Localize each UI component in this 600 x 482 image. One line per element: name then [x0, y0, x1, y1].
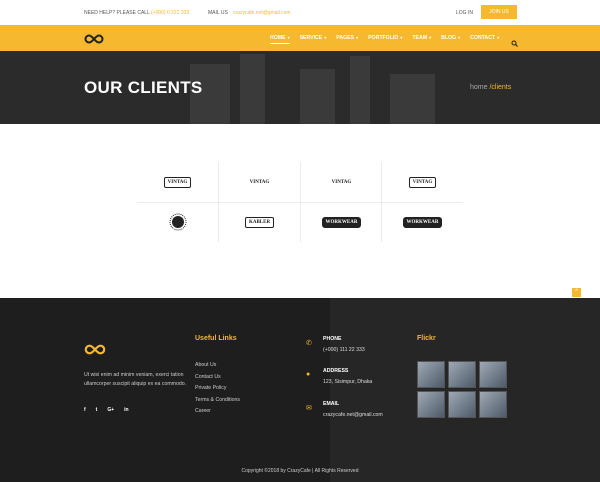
flickr-title: Flickr — [417, 335, 436, 342]
client-logo[interactable]: VINTAG — [301, 162, 382, 202]
page-header-banner: OUR CLIENTS home /clients — [0, 51, 600, 124]
flickr-photo[interactable] — [417, 361, 445, 388]
top-bar: NEED HELP? PLEASE CALL (+000) 0 222 333 … — [0, 0, 600, 25]
chevron-down-icon: ▾ — [400, 35, 403, 40]
breadcrumb-current: /clients — [489, 84, 512, 91]
phone-icon: ✆ — [306, 340, 312, 347]
chevron-down-icon: ▾ — [458, 35, 461, 40]
main-nav: HOME ▾ SERVICE ▾ PAGES ▾ PORTFOLIO ▾ TEAM ▾ B… — [0, 25, 600, 51]
scroll-to-top-button[interactable]: ^ — [572, 288, 581, 297]
chevron-down-icon: ▾ — [324, 35, 327, 40]
nav-item-blog[interactable]: BLOG ▾ — [441, 35, 460, 41]
twitter-icon[interactable]: t — [96, 407, 98, 413]
useful-links-title: Useful Links — [195, 335, 237, 342]
google-plus-icon[interactable]: G+ — [107, 407, 114, 413]
flickr-photo[interactable] — [479, 361, 507, 388]
useful-links: Useful Links About Us Contact Us Private… — [195, 335, 240, 420]
nav-item-pages[interactable]: PAGES ▾ — [336, 35, 358, 41]
nav-menu: HOME ▾ SERVICE ▾ PAGES ▾ PORTFOLIO ▾ TEAM ▾ B… — [270, 25, 509, 51]
breadcrumb: home /clients — [470, 84, 511, 91]
map-pin-icon: ● — [306, 371, 311, 378]
flickr-widget: Flickr — [417, 335, 507, 418]
nav-item-service[interactable]: SERVICE ▾ — [300, 35, 327, 41]
chevron-down-icon: ▾ — [356, 35, 359, 40]
skyline-decoration — [390, 74, 435, 124]
client-logo[interactable]: WORKWEAR — [301, 202, 382, 242]
facebook-icon[interactable]: f — [84, 407, 86, 413]
join-button[interactable]: JOIN US — [481, 5, 517, 19]
chevron-down-icon: ▾ — [429, 35, 432, 40]
mail-label: MAIL US — [208, 10, 228, 16]
nav-item-contact[interactable]: CONTACT ▾ — [470, 35, 499, 41]
client-logo[interactable] — [137, 202, 218, 242]
client-logo[interactable]: WORKWEAR — [382, 202, 463, 242]
footer-logo-icon[interactable] — [84, 343, 106, 361]
chevron-up-icon: ^ — [575, 289, 578, 295]
help-phone[interactable]: (+000) 0 222 333 — [151, 10, 189, 16]
login-link[interactable]: LOG IN — [456, 10, 473, 16]
breadcrumb-home[interactable]: home — [470, 84, 488, 91]
help-label: NEED HELP? PLEASE CALL — [84, 10, 150, 16]
chevron-down-icon: ▾ — [287, 35, 290, 40]
page-title: OUR CLIENTS — [84, 78, 203, 97]
footer-link-career[interactable]: Career — [195, 408, 240, 414]
footer-about-text: Ut wisi enim ad minim veniam, exerci tat… — [84, 372, 187, 387]
skyline-decoration — [240, 54, 265, 124]
flickr-photo[interactable] — [448, 391, 476, 418]
client-logo[interactable]: VINTAG — [382, 162, 463, 202]
chevron-down-icon: ▾ — [497, 35, 500, 40]
nav-item-portfolio[interactable]: PORTFOLIO ▾ — [368, 35, 402, 41]
nav-item-team[interactable]: TEAM ▾ — [412, 35, 431, 41]
copyright: Copyright ©2018 by CrazyCafe | All Right… — [241, 468, 359, 474]
search-icon[interactable] — [511, 34, 518, 52]
flickr-photo[interactable] — [479, 391, 507, 418]
skyline-decoration — [350, 56, 370, 124]
footer-link-terms[interactable]: Terms & Conditions — [195, 397, 240, 403]
footer-link-about[interactable]: About Us — [195, 362, 240, 368]
client-logo[interactable]: KABLER — [219, 202, 300, 242]
footer-link-privacy[interactable]: Private Policy — [195, 385, 240, 391]
flickr-photo[interactable] — [417, 391, 445, 418]
nav-item-home[interactable]: HOME ▾ — [270, 35, 290, 44]
mail-link[interactable]: crazycafe.net@gmail.com — [233, 10, 291, 16]
footer: Ut wisi enim ad minim veniam, exerci tat… — [0, 298, 600, 482]
logo-icon[interactable] — [84, 32, 104, 50]
client-logo[interactable]: VINTAG — [219, 162, 300, 202]
flickr-photo[interactable] — [448, 361, 476, 388]
emblem-icon — [169, 213, 186, 231]
flickr-gallery — [417, 361, 507, 418]
skyline-decoration — [300, 69, 335, 124]
linkedin-icon[interactable]: in — [124, 407, 128, 413]
envelope-icon: ✉ — [306, 405, 312, 412]
clients-grid: VINTAG VINTAG VINTAG VINTAG KABLER WORKW… — [137, 162, 463, 242]
client-logo[interactable]: VINTAG — [137, 162, 218, 202]
footer-link-contact[interactable]: Contact Us — [195, 374, 240, 380]
social-links: f t G+ in — [84, 407, 129, 413]
